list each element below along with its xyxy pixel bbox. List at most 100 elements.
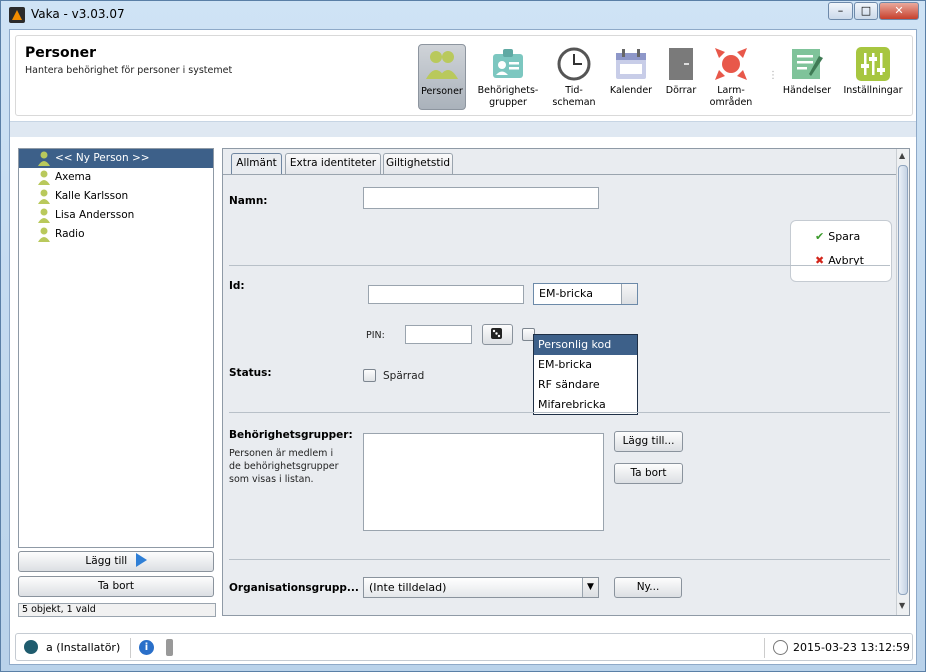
clock-icon <box>556 46 592 82</box>
person-icon <box>37 170 51 185</box>
person-icon <box>37 208 51 223</box>
list-item[interactable]: Radio <box>19 225 213 244</box>
tool-label: Inställningar <box>843 85 903 96</box>
pin-label: PIN: <box>366 330 385 341</box>
app-window: Vaka - v3.03.07 – □ ✕ Personer Hantera b… <box>0 0 926 672</box>
status-divider <box>130 638 131 658</box>
tab-extra-identities[interactable]: Extra identiteter <box>285 153 381 174</box>
title-bar[interactable]: Vaka - v3.03.07 – □ ✕ <box>1 1 925 29</box>
person-name: << Ny Person >> <box>55 152 150 164</box>
divider <box>229 559 890 560</box>
scroll-thumb[interactable] <box>898 165 908 595</box>
tool-label: Personer <box>421 86 463 97</box>
tool-doors[interactable]: Dörrar <box>661 44 701 110</box>
pin-input[interactable] <box>405 325 472 344</box>
groups-help-text: Personen är medlem i de behörighetsgrupp… <box>229 448 339 485</box>
check-icon: ✔ <box>815 230 825 243</box>
close-button[interactable]: ✕ <box>879 2 919 20</box>
status-divider <box>764 638 765 658</box>
add-person-label: Lägg till <box>85 555 128 567</box>
tab-validity[interactable]: Giltighetstid <box>383 153 453 174</box>
person-name: Kalle Karlsson <box>55 190 129 202</box>
save-label: Spara <box>828 230 861 243</box>
person-name: Lisa Andersson <box>55 209 135 221</box>
tool-events[interactable]: Händelser <box>781 44 833 110</box>
id-type-select[interactable]: EM-bricka <box>533 283 638 305</box>
list-item[interactable]: Lisa Andersson <box>19 206 213 225</box>
person-list[interactable]: << Ny Person >> Axema Kalle Karlsson Lis… <box>18 148 214 548</box>
tool-label: Händelser <box>782 85 832 96</box>
id-type-dropdown[interactable]: Personlig kod EM-bricka RF sändare Mifar… <box>533 334 638 415</box>
tool-schedules[interactable]: Tid- scheman <box>549 44 599 110</box>
scroll-down-icon[interactable]: ▼ <box>899 601 905 610</box>
save-button[interactable]: ✔ Spara <box>815 230 860 243</box>
window-title: Vaka - v3.03.07 <box>31 7 125 21</box>
divider <box>229 265 890 266</box>
info-icon[interactable]: i <box>139 640 154 655</box>
tool-calendar[interactable]: Kalender <box>607 44 655 110</box>
maximize-button[interactable]: □ <box>854 2 878 20</box>
person-icon <box>37 227 51 242</box>
add-group-button[interactable]: Lägg till... <box>614 431 683 452</box>
tool-settings[interactable]: Inställningar <box>840 44 906 110</box>
page-title: Personer <box>25 45 96 61</box>
dropdown-option[interactable]: EM-bricka <box>534 355 637 375</box>
page-subtitle: Hantera behörighet för personer i system… <box>25 65 233 76</box>
toolbar-separator: ⋮ <box>768 70 778 81</box>
org-group-select[interactable]: (Inte tilldelad) ▼ <box>363 577 599 598</box>
object-count: 5 objekt, 1 vald <box>18 603 216 617</box>
tool-label: Dörrar <box>665 85 697 96</box>
groups-label: Behörighetsgrupper: <box>229 429 353 441</box>
status-bar: a (Installatör) i 2015-03-23 13:12:59 <box>15 633 913 661</box>
connection-icon[interactable] <box>166 639 173 656</box>
status-label: Status: <box>229 367 272 379</box>
remove-group-button[interactable]: Ta bort <box>614 463 683 484</box>
person-name: Axema <box>55 171 92 183</box>
current-user: a (Installatör) <box>46 641 121 654</box>
random-pin-button[interactable] <box>482 324 513 345</box>
list-item[interactable]: Kalle Karlsson <box>19 187 213 206</box>
org-group-value: (Inte tilldelad) <box>369 581 447 594</box>
id-type-value: EM-bricka <box>539 287 593 300</box>
minimize-button[interactable]: – <box>828 2 853 20</box>
alarm-icon <box>713 46 749 82</box>
tool-label: Larm- områden <box>709 85 753 108</box>
tool-alarm-areas[interactable]: Larm- områden <box>706 44 756 110</box>
events-icon <box>789 46 825 82</box>
tool-label: Behörighets- grupper <box>477 85 539 108</box>
org-group-label: Organisationsgrupp... <box>229 582 359 594</box>
tool-label: Tid- scheman <box>552 85 596 108</box>
list-item[interactable]: << Ny Person >> <box>19 149 213 168</box>
tool-persons[interactable]: Personer <box>418 44 466 110</box>
tool-access-groups[interactable]: Behörighets- grupper <box>475 44 541 110</box>
dice-icon <box>490 328 502 339</box>
id-label: Id: <box>229 280 245 292</box>
badge-icon <box>490 46 526 82</box>
name-input[interactable] <box>363 187 599 209</box>
person-name: Radio <box>55 228 85 240</box>
header-band <box>10 121 916 137</box>
blocked-label: Spärrad <box>383 370 425 382</box>
divider <box>229 412 890 413</box>
remove-person-button[interactable]: Ta bort <box>18 576 214 597</box>
list-item[interactable]: Axema <box>19 168 213 187</box>
datetime: 2015-03-23 13:12:59 <box>793 641 910 654</box>
calendar-icon <box>613 46 649 82</box>
chevron-down-icon <box>621 284 637 304</box>
dropdown-option[interactable]: Personlig kod <box>534 335 637 355</box>
add-person-button[interactable]: Lägg till <box>18 551 214 572</box>
dropdown-option[interactable]: RF sändare <box>534 375 637 395</box>
new-org-group-button[interactable]: Ny... <box>614 577 682 598</box>
id-input[interactable] <box>368 285 524 304</box>
groups-list[interactable] <box>363 433 604 531</box>
tab-general[interactable]: Allmänt <box>231 153 282 174</box>
blocked-checkbox[interactable] <box>363 369 376 382</box>
tool-label: Kalender <box>609 85 653 96</box>
form-scrollbar[interactable]: ▲ ▼ <box>896 149 909 615</box>
general-form: Namn: ✔ Spara ✖ Avbryt Id: EM-bricka PIN… <box>223 174 897 615</box>
name-label: Namn: <box>229 195 268 207</box>
scroll-up-icon[interactable]: ▲ <box>899 151 905 160</box>
app-logo-icon <box>9 7 25 23</box>
persons-icon <box>424 47 460 83</box>
user-icon <box>24 640 38 654</box>
